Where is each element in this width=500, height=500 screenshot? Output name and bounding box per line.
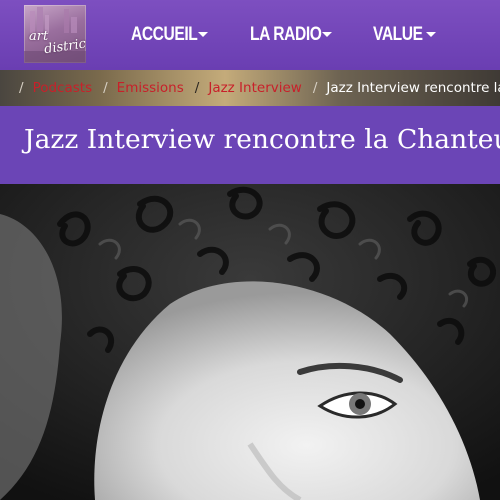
nav-label-value: VALUE	[373, 24, 423, 45]
nav-label-accueil: ACCUEIL	[131, 24, 198, 45]
chevron-down-icon	[426, 32, 436, 37]
portrait-photo-graphic	[0, 184, 500, 500]
nav-label-la-radio: LA RADIO	[250, 24, 322, 45]
breadcrumb-separator: /	[19, 80, 24, 96]
breadcrumb-current: Jazz Interview rencontre la Chanteuse	[326, 80, 500, 96]
site-logo[interactable]: art district	[24, 5, 86, 63]
nav-item-la-radio[interactable]: LA RADIO	[250, 24, 337, 46]
breadcrumb-separator: /	[194, 80, 200, 96]
chevron-down-icon	[198, 32, 208, 37]
breadcrumb-separator: /	[103, 80, 108, 96]
nav-item-value[interactable]: VALUE	[373, 24, 436, 46]
breadcrumb-link-podcasts[interactable]: Podcasts	[33, 80, 93, 96]
page-title: Jazz Interview rencontre la Chanteuse	[24, 124, 500, 155]
breadcrumb: / Podcasts / Emissions / Jazz Interview …	[0, 70, 500, 106]
breadcrumb-link-jazz-interview[interactable]: Jazz Interview	[208, 80, 302, 96]
chevron-down-icon	[322, 32, 332, 37]
breadcrumb-link-emissions[interactable]: Emissions	[117, 80, 184, 96]
breadcrumb-separator: /	[312, 80, 318, 96]
hero-photo	[0, 184, 500, 500]
site-header: art district ACCUEIL LA RADIO VALUE	[0, 0, 500, 70]
page-title-band: Jazz Interview rencontre la Chanteuse	[0, 106, 500, 184]
nav-item-accueil[interactable]: ACCUEIL	[131, 24, 212, 46]
